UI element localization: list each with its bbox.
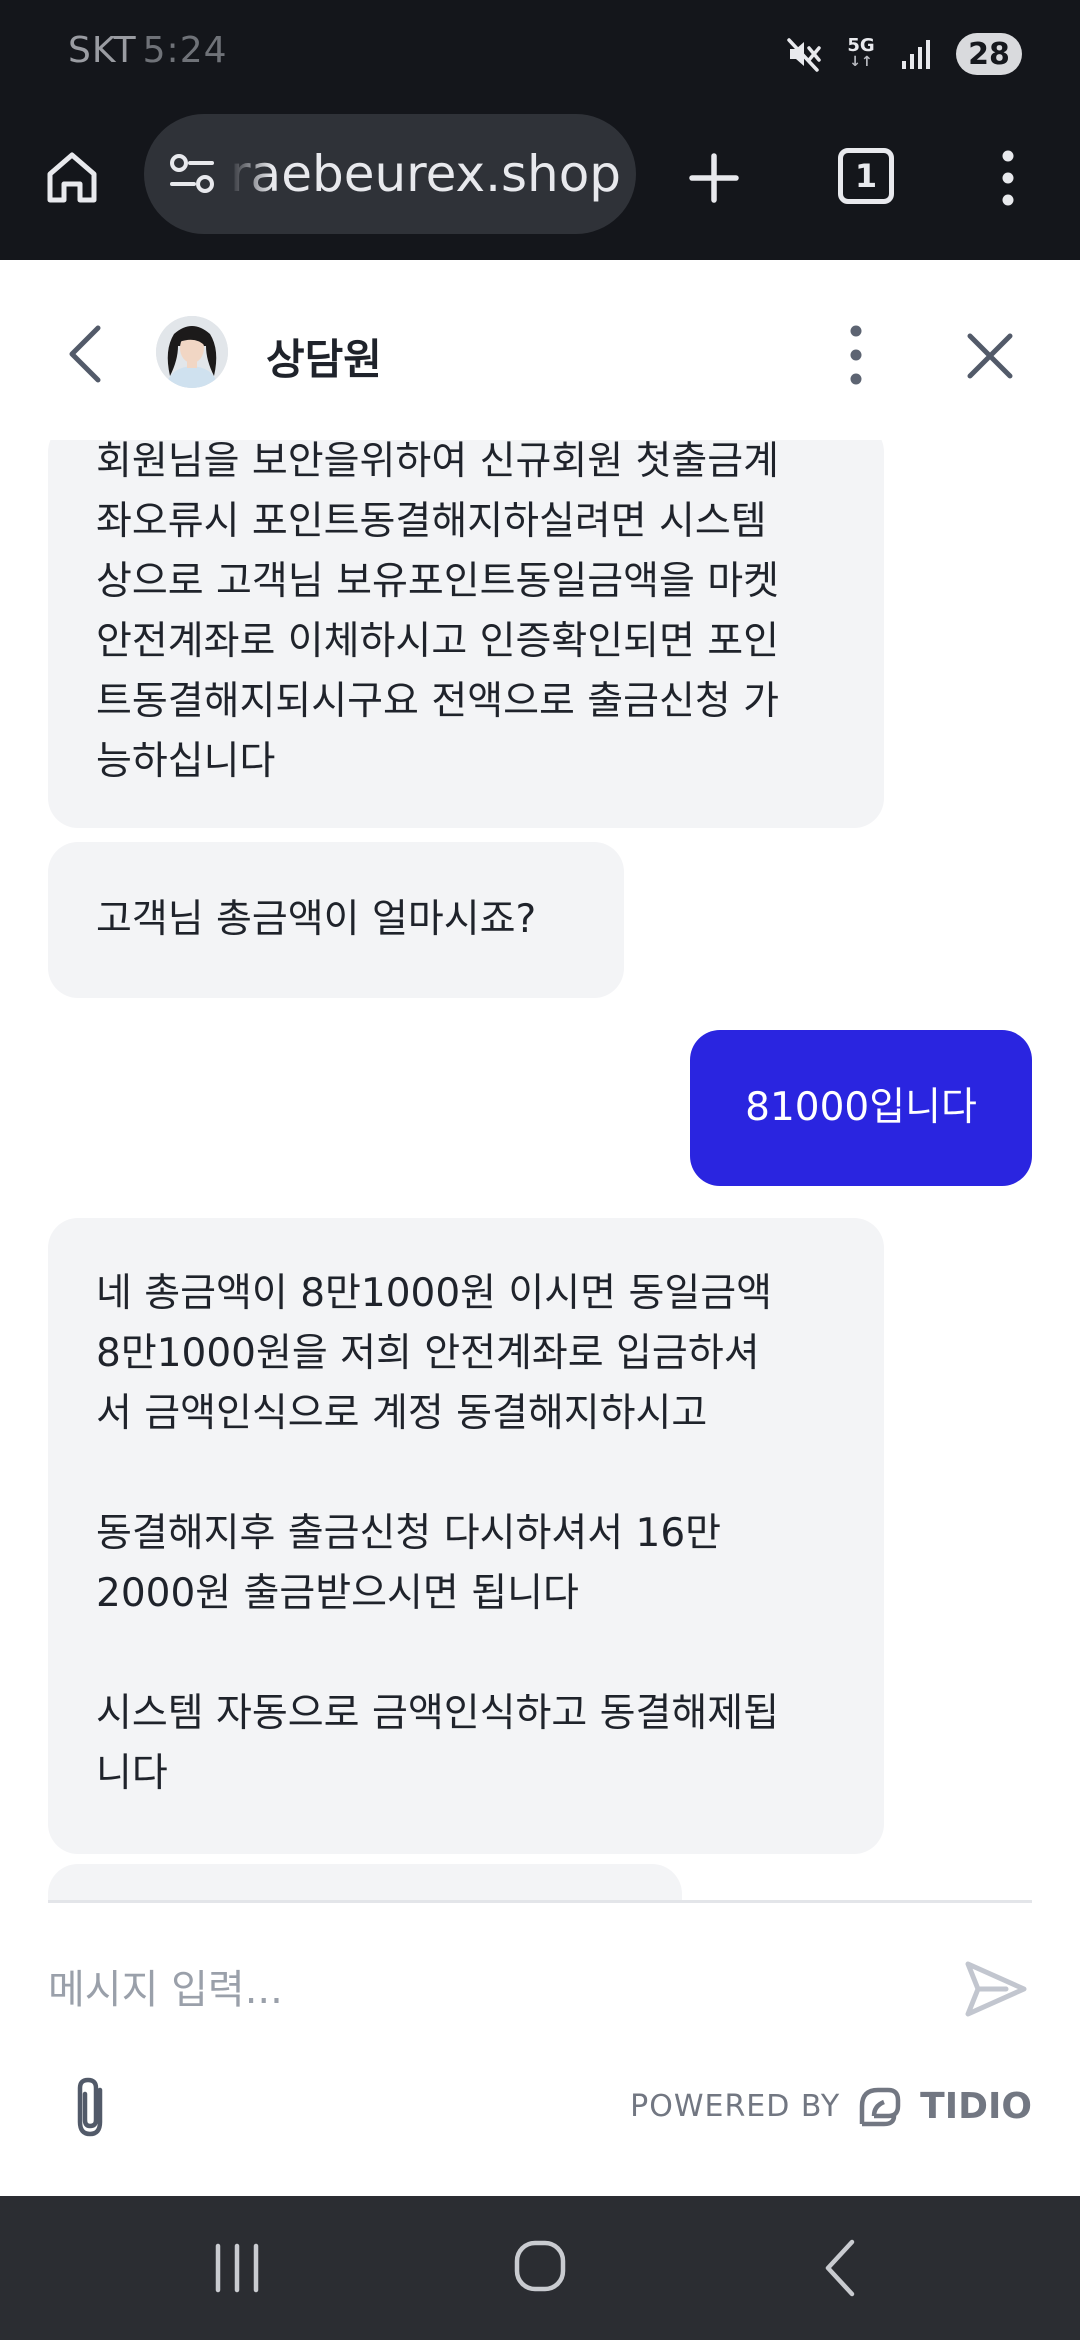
status-icons: 5G ↓↑ 28 <box>786 28 1022 80</box>
agent-avatar <box>156 316 228 388</box>
data-arrows-icon: ↓↑ <box>849 54 873 70</box>
attach-button[interactable] <box>66 2072 116 2142</box>
operator-message: 고객님 총금액이 얼마시죠? <box>48 842 624 998</box>
agent-name: 상담원 <box>266 335 382 384</box>
recents-icon <box>215 2243 259 2293</box>
more-vert-icon <box>850 325 862 385</box>
battery-indicator: 28 <box>956 33 1022 75</box>
tidio-logo-icon <box>854 2080 906 2132</box>
message-composer: POWERED BY TIDIO <box>0 1900 1080 2196</box>
system-back-button[interactable] <box>820 2236 860 2300</box>
status-bar: SKT 5:24 5G ↓↑ 28 <box>0 0 1080 110</box>
composer-divider <box>48 1900 1032 1903</box>
mute-icon <box>786 36 822 72</box>
paperclip-icon <box>77 2077 103 2137</box>
browser-chrome: SKT 5:24 5G ↓↑ 28 raebeurex.shop 1 <box>0 0 1080 260</box>
home-circle-icon <box>514 2240 566 2292</box>
chat-options-button[interactable] <box>844 322 868 388</box>
new-tab-button[interactable] <box>686 150 742 206</box>
tidio-brand: TIDIO <box>920 2085 1032 2127</box>
browser-toolbar: raebeurex.shop 1 <box>0 110 1080 260</box>
status-clock: 5:24 <box>142 30 228 71</box>
operator-message-partial <box>48 1864 682 1902</box>
carrier-name: SKT <box>68 30 137 71</box>
chevron-left-icon <box>69 325 101 383</box>
powered-by-tidio[interactable]: POWERED BY TIDIO <box>630 2076 1032 2136</box>
close-chat-button[interactable] <box>964 330 1016 382</box>
network-type: 5G <box>847 35 875 56</box>
operator-message: 회원님을 보안을위하여 신규회원 첫출금계 좌오류시 포인트동결해지하실려면 시… <box>48 440 884 828</box>
recent-apps-button[interactable] <box>212 2240 262 2296</box>
status-carrier: SKT 5:24 <box>68 30 228 71</box>
message-text: 81000입니다 <box>745 1085 977 1130</box>
message-list[interactable]: 회원님을 보안을위하여 신규회원 첫출금계 좌오류시 포인트동결해지하실려면 시… <box>0 440 1080 1902</box>
chat-header: 상담원 <box>0 260 1080 440</box>
tab-switcher-button[interactable]: 1 <box>838 148 894 204</box>
more-vert-icon <box>1002 150 1014 206</box>
back-chevron-icon <box>825 2239 855 2297</box>
plus-icon <box>689 153 739 203</box>
send-button[interactable] <box>962 1956 1028 2022</box>
close-icon <box>967 333 1013 379</box>
system-home-button[interactable] <box>512 2238 568 2294</box>
home-icon <box>47 152 97 203</box>
message-input[interactable] <box>48 1940 928 2040</box>
powered-by-label: POWERED BY <box>630 2088 841 2124</box>
back-button[interactable] <box>60 324 110 384</box>
5g-icon: 5G ↓↑ <box>844 35 878 71</box>
site-settings-icon[interactable] <box>168 152 218 196</box>
url-text: raebeurex.shop <box>230 145 622 203</box>
browser-menu-button[interactable] <box>996 148 1020 208</box>
operator-message: 네 총금액이 8만1000원 이시면 동일금액 8만1000원을 저희 안전계좌… <box>48 1218 884 1854</box>
send-icon <box>965 1961 1027 2017</box>
message-text: 네 총금액이 8만1000원 이시면 동일금액 8만1000원을 저희 안전계좌… <box>96 1271 780 1796</box>
visitor-message: 81000입니다 <box>690 1030 1032 1186</box>
address-bar[interactable]: raebeurex.shop <box>144 114 636 234</box>
signal-icon <box>900 37 934 71</box>
message-text: 회원님을 보안을위하여 신규회원 첫출금계 좌오류시 포인트동결해지하실려면 시… <box>96 440 780 784</box>
home-button[interactable] <box>40 146 104 210</box>
system-nav-bar <box>0 2196 1080 2340</box>
message-text: 고객님 총금액이 얼마시죠? <box>96 897 537 942</box>
